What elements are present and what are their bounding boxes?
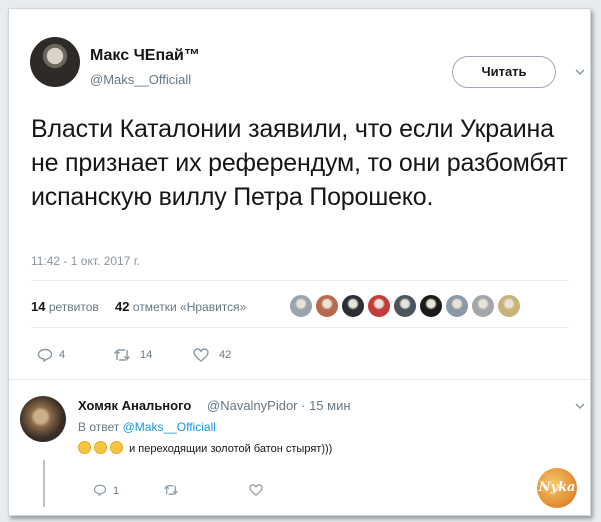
like-icon[interactable] bbox=[193, 348, 209, 362]
author-name[interactable]: Макс ЧЕпай™ bbox=[90, 47, 200, 65]
reply-author-name[interactable]: Хомяк Анального bbox=[78, 398, 191, 413]
liker-avatar[interactable] bbox=[393, 294, 417, 318]
liker-avatar[interactable] bbox=[419, 294, 443, 318]
tweet-text: Власти Каталонии заявили, что если Украи… bbox=[31, 115, 568, 211]
reply-to-line: В ответ @Maks__Officiall bbox=[78, 420, 216, 434]
likes-label: отметки «Нравится» bbox=[132, 300, 247, 314]
replies-count: 4 bbox=[59, 349, 66, 361]
retweet-icon[interactable] bbox=[113, 348, 131, 362]
chevron-down-icon[interactable] bbox=[575, 67, 585, 77]
avatar[interactable] bbox=[30, 37, 80, 87]
follow-button[interactable]: Читать bbox=[452, 56, 556, 88]
likes-count: 42 bbox=[115, 299, 130, 314]
liker-avatar[interactable] bbox=[471, 294, 495, 318]
liker-avatar[interactable] bbox=[289, 294, 313, 318]
tweet-timestamp[interactable]: 11:42 - 1 окт. 2017 г. bbox=[31, 254, 140, 268]
reply-author-handle[interactable]: @NavalnyPidor · 15 мин bbox=[207, 398, 351, 413]
laughing-emoji-icon bbox=[110, 441, 123, 454]
liker-avatar[interactable] bbox=[497, 294, 521, 318]
laughing-emoji-icon bbox=[94, 441, 107, 454]
tweet-card: Макс ЧЕпай™ @Maks__Officiall Читать Влас… bbox=[8, 8, 591, 516]
reply-text-line: и переходящии золотой батон стырят))) bbox=[78, 441, 332, 455]
divider bbox=[9, 379, 590, 380]
liker-avatar[interactable] bbox=[341, 294, 365, 318]
reply-replies-count: 1 bbox=[113, 485, 120, 497]
retweets-label: ретвитов bbox=[48, 300, 99, 314]
thread-line bbox=[43, 460, 45, 507]
likes-action-count: 42 bbox=[219, 349, 232, 361]
laughing-emoji-icon bbox=[78, 441, 91, 454]
liker-avatar[interactable] bbox=[315, 294, 339, 318]
reply-to-handle[interactable]: @Maks__Officiall bbox=[123, 420, 216, 434]
reply-icon[interactable] bbox=[37, 348, 53, 362]
liker-avatar[interactable] bbox=[367, 294, 391, 318]
reply-text: и переходящии золотой батон стырят))) bbox=[129, 443, 333, 455]
divider bbox=[31, 280, 569, 281]
reply-tweet: Хомяк Анального @NavalnyPidor · 15 мин В… bbox=[9, 381, 590, 515]
reply-avatar[interactable] bbox=[20, 396, 66, 442]
watermark-logo: Nyka bbox=[537, 468, 577, 508]
likes-stat[interactable]: 42 отметки «Нравится» bbox=[115, 299, 246, 314]
retweets-action-count: 14 bbox=[140, 349, 153, 361]
divider bbox=[31, 327, 569, 328]
retweet-icon[interactable] bbox=[163, 484, 179, 496]
retweets-count: 14 bbox=[31, 299, 46, 314]
reply-icon[interactable] bbox=[93, 484, 107, 496]
chevron-down-icon[interactable] bbox=[575, 401, 585, 411]
liker-avatar[interactable] bbox=[445, 294, 469, 318]
reply-to-prefix: В ответ bbox=[78, 420, 120, 434]
author-handle[interactable]: @Maks__Officiall bbox=[90, 72, 191, 87]
like-icon[interactable] bbox=[249, 484, 263, 496]
retweets-stat[interactable]: 14 ретвитов bbox=[31, 299, 99, 314]
